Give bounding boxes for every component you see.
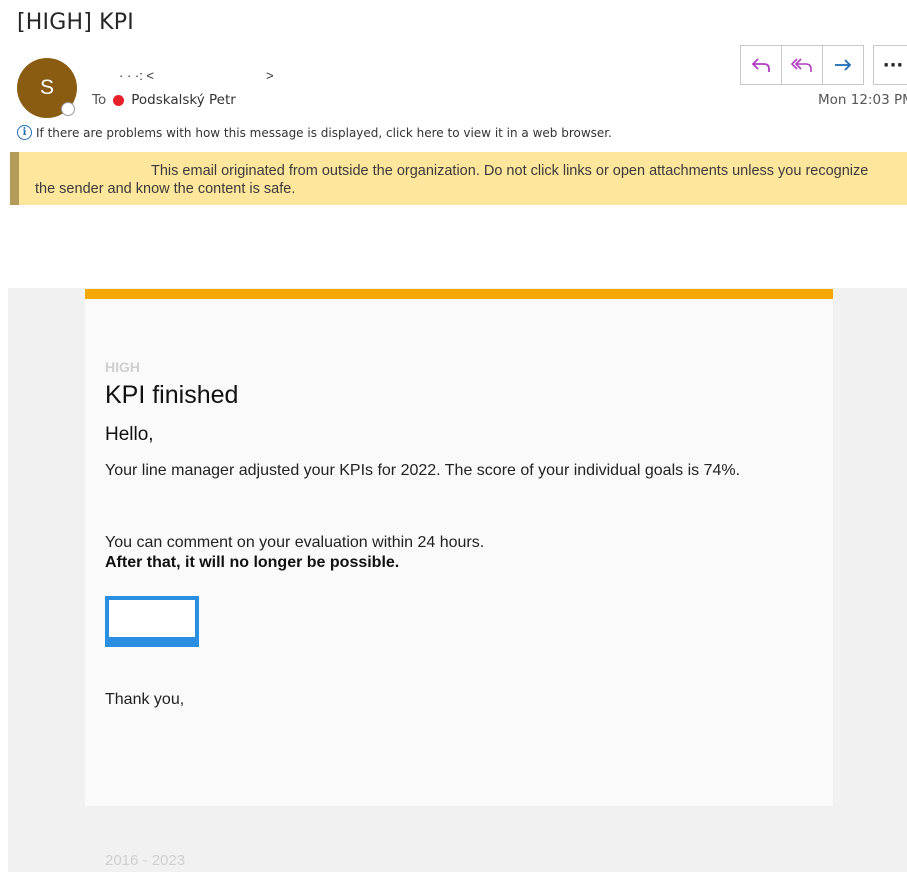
timestamp: Mon 12:03 PM: [818, 92, 907, 108]
sender-address[interactable]: · · ·: < >: [119, 68, 274, 83]
deadline-warning: After that, it will no longer be possibl…: [105, 554, 400, 571]
email-title: KPI finished: [105, 381, 239, 409]
more-icon: ···: [882, 54, 904, 76]
email-card: HIGH KPI finished Hello, Your line manag…: [85, 289, 833, 806]
forward-icon: [835, 59, 852, 71]
greeting: Hello,: [105, 424, 154, 445]
comment-text: You can comment on your evaluation withi…: [105, 534, 485, 551]
reply-icon: [751, 58, 770, 72]
message-actions: [740, 45, 864, 85]
forward-button[interactable]: [823, 46, 863, 84]
comment-button[interactable]: [105, 596, 199, 647]
recipient-name[interactable]: Podskalský Petr: [131, 92, 236, 108]
kpi-paragraph: Your line manager adjusted your KPIs for…: [105, 462, 741, 479]
avatar-initial: S: [39, 76, 54, 99]
recipient-line: To Podskalský Petr: [92, 92, 236, 108]
more-actions-button[interactable]: ···: [873, 45, 907, 85]
signoff: Thank you,: [105, 691, 185, 708]
comment-paragraph: You can comment on your evaluation withi…: [105, 533, 484, 573]
to-label: To: [92, 92, 107, 108]
recipient-presence-icon: [113, 94, 125, 106]
info-bar[interactable]: i If there are problems with how this me…: [17, 125, 612, 140]
email-subject: [HIGH] KPI: [17, 10, 134, 35]
info-icon: i: [17, 125, 32, 140]
info-bar-text[interactable]: If there are problems with how this mess…: [36, 126, 612, 140]
warning-line-1: This email originated from outside the o…: [151, 163, 869, 179]
presence-status-icon: [61, 102, 75, 116]
priority-tag: HIGH: [105, 359, 140, 375]
reply-all-button[interactable]: [782, 46, 823, 84]
reply-button[interactable]: [741, 46, 782, 84]
footer-years: 2016 - 2023: [105, 852, 186, 869]
reply-all-icon: [790, 58, 812, 72]
external-warning-banner: This email originated from outside the o…: [10, 152, 907, 205]
warning-line-2: the sender and know the content is safe.: [35, 181, 296, 197]
